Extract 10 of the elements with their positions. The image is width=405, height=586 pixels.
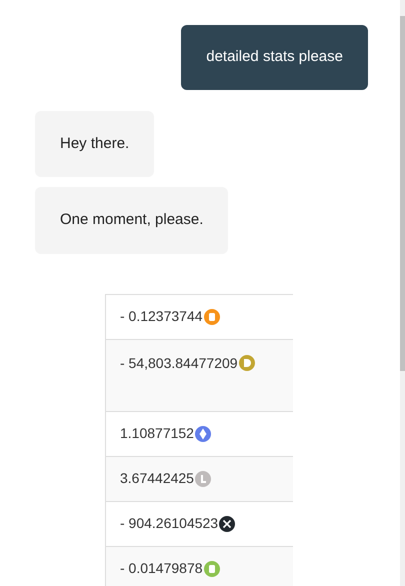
amount-text: 1.10877152 xyxy=(120,424,194,443)
amount-text: - 0.01479878 xyxy=(120,559,203,578)
user-message: detailed stats please xyxy=(181,25,368,90)
amount-text: 3.67442425 xyxy=(120,469,194,488)
amount-text: - 54,803.84477209 xyxy=(120,354,238,372)
bot-message: Hey there. xyxy=(35,110,154,177)
amount-text: - 0.12373744 xyxy=(120,307,203,326)
amount-text: - 904.26104523 xyxy=(120,514,218,533)
scrollbar[interactable] xyxy=(400,0,405,586)
bot-message: One moment, please. xyxy=(35,187,228,254)
